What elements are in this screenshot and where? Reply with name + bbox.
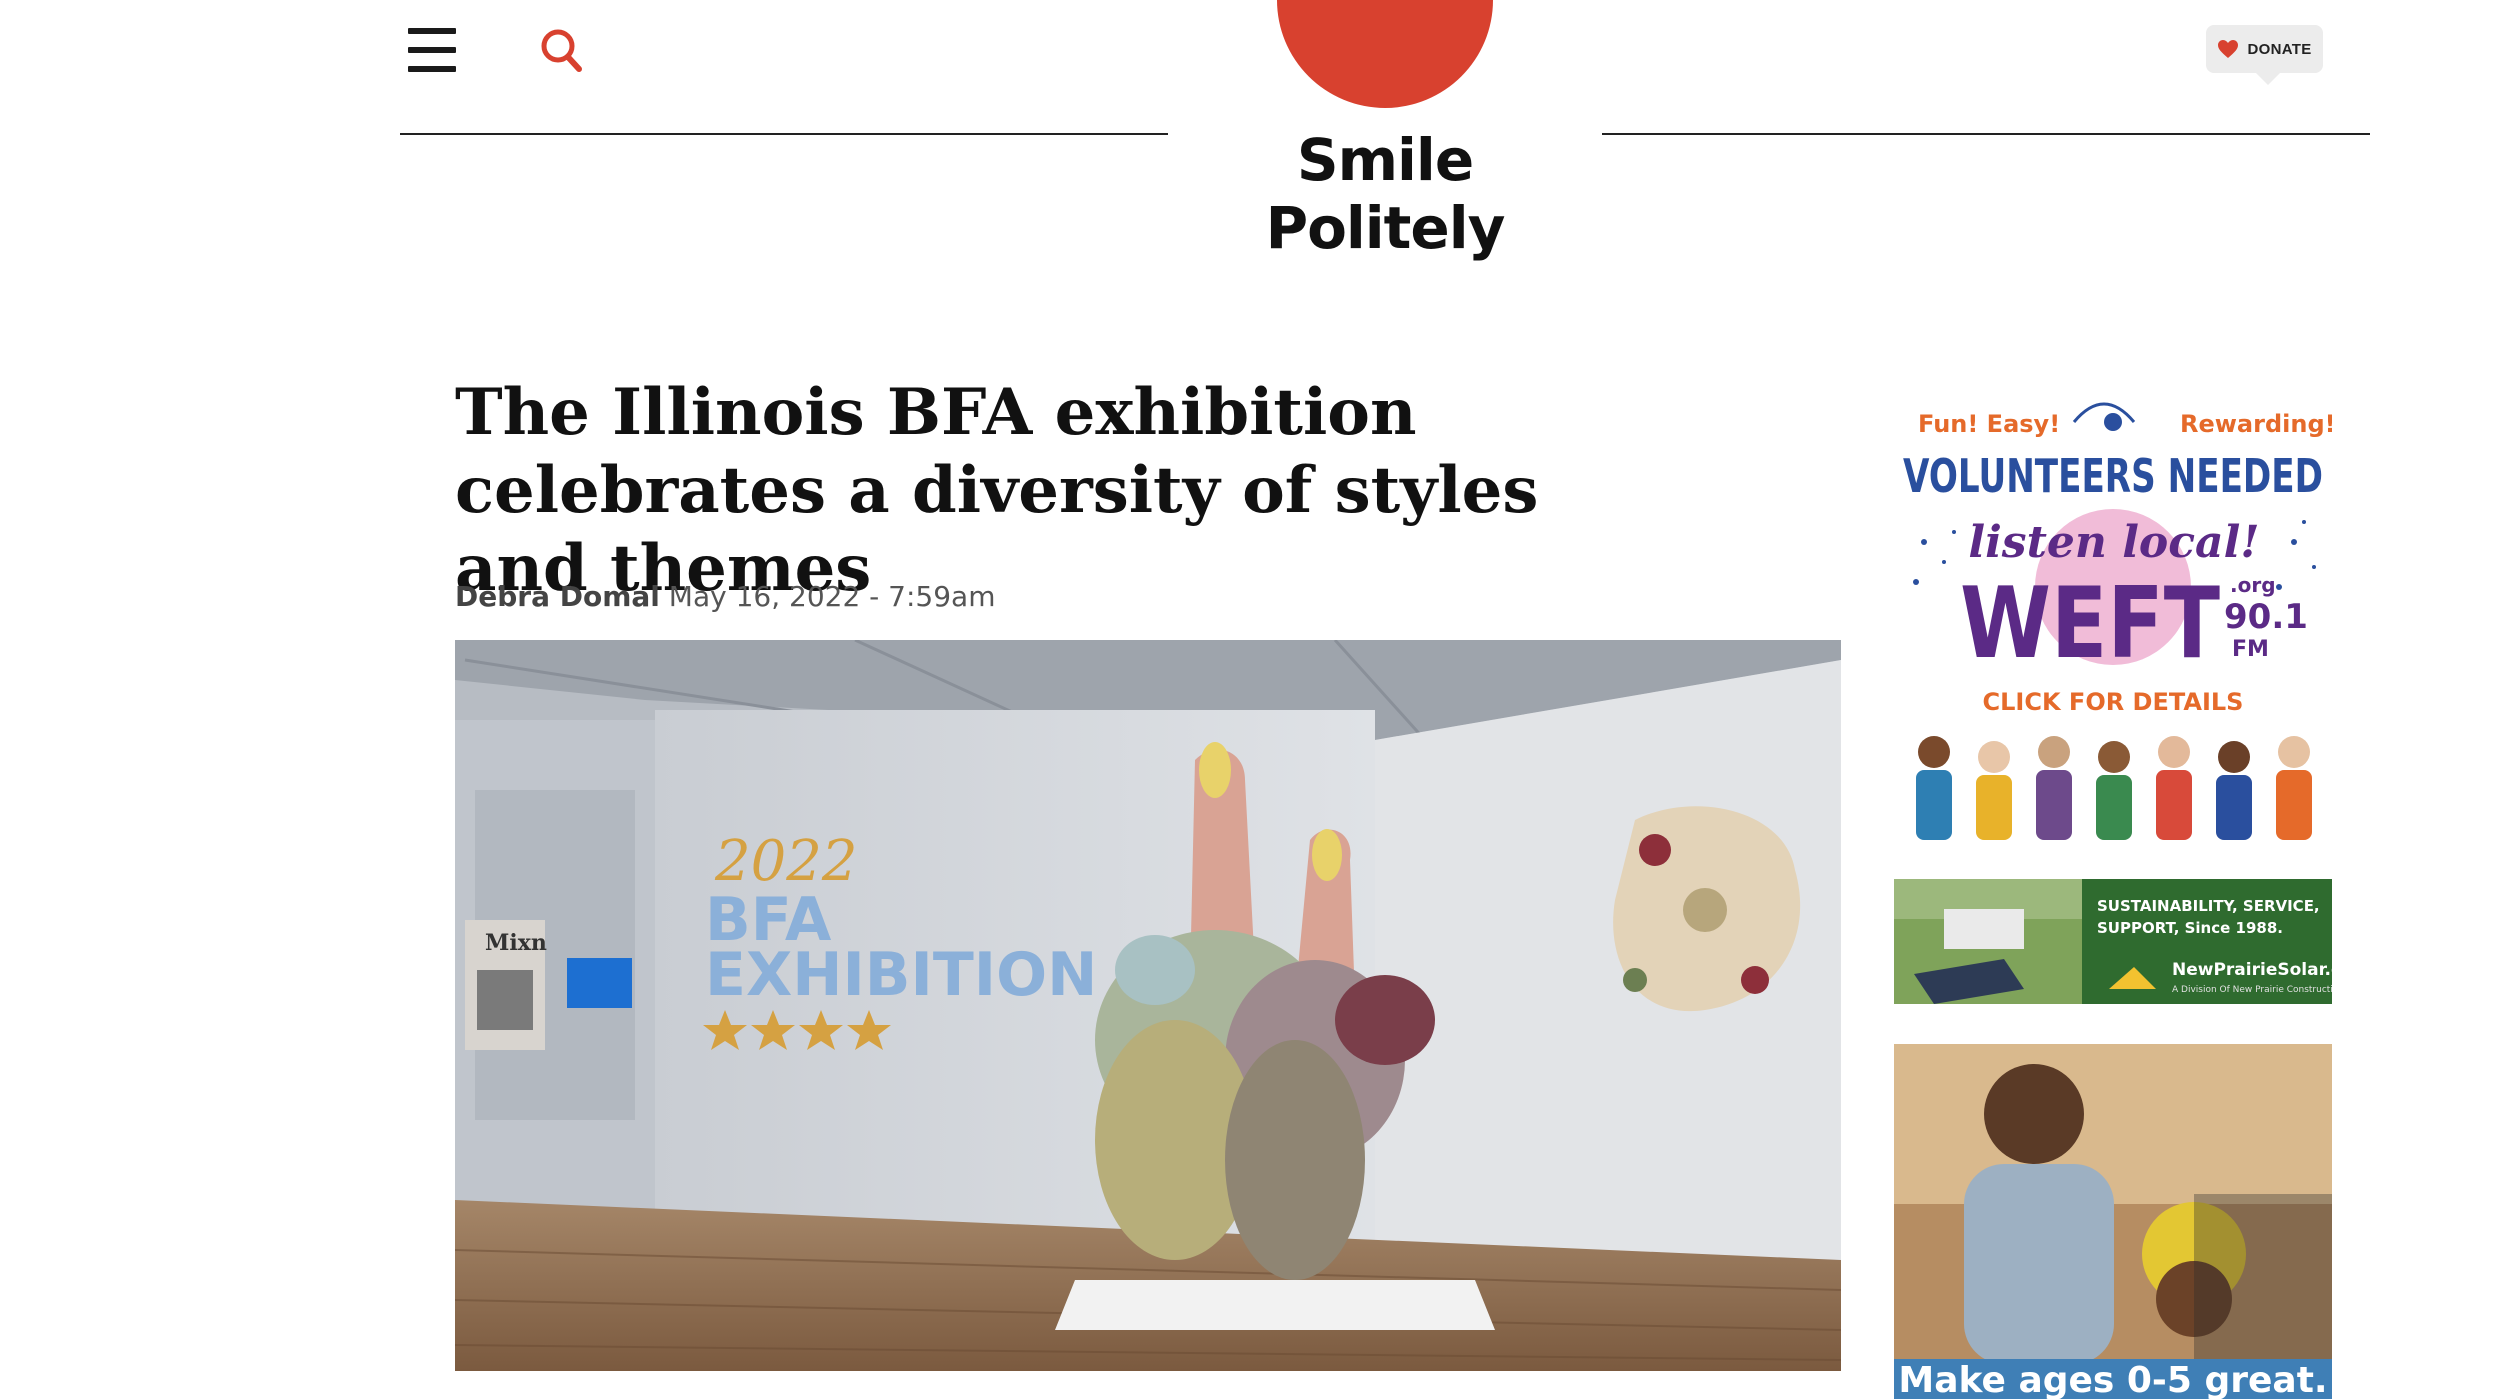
menu-button[interactable] <box>408 26 458 72</box>
weft-station: WEFT <box>1960 567 2220 681</box>
article-byline: Debra Domal May 16, 2022 - 7:59am <box>455 580 995 613</box>
author-link[interactable]: Debra Domal <box>455 580 660 613</box>
ad-early-childhood[interactable]: Make ages 0-5 great. <box>1894 1044 2332 1399</box>
article-hero-image: Mixn 2022 BFA EXHIBITION <box>455 640 1841 1371</box>
weft-freq: 90.1 <box>2224 597 2308 637</box>
search-button[interactable] <box>540 28 584 74</box>
solar-sub: A Division Of New Prairie Construction <box>2172 985 2332 995</box>
weft-script: listen local! <box>1968 517 2259 568</box>
weft-cta: CLICK FOR DETAILS <box>1983 688 2244 716</box>
solar-line2: SUPPORT, Since 1988. <box>2097 919 2283 937</box>
weft-tag-right: Rewarding! <box>2180 410 2332 438</box>
search-icon <box>541 29 582 72</box>
hero-wall-line2: EXHIBITION <box>705 940 1097 1010</box>
donate-label: DONATE <box>2247 40 2312 58</box>
hero-panel-text: Mixn <box>485 930 547 956</box>
publish-date: May 16, 2022 - 7:59am <box>668 580 996 613</box>
ad-weft-volunteers[interactable]: Fun! Easy! Rewarding! VOLUNTEERS NEEDED … <box>1894 392 2332 840</box>
header-divider-left <box>400 133 1168 135</box>
heart-icon <box>2218 40 2239 58</box>
weft-tag-left: Fun! Easy! <box>1918 410 2060 438</box>
weft-org: .org <box>2230 573 2276 597</box>
weft-band: FM <box>2232 637 2269 662</box>
site-logo[interactable] <box>1277 0 1493 108</box>
hamburger-menu-icon <box>408 28 456 34</box>
solar-site: NewPrairieSolar.com <box>2172 960 2332 980</box>
ad-new-prairie-solar[interactable]: SUSTAINABILITY, SERVICE, SUPPORT, Since … <box>1894 879 2332 1004</box>
header-divider-right <box>1602 133 2370 135</box>
donate-button[interactable]: DONATE <box>2206 25 2323 85</box>
solar-line1: SUSTAINABILITY, SERVICE, <box>2097 897 2320 915</box>
article-headline: The Illinois BFA exhibition celebrates a… <box>455 375 1539 606</box>
weft-headline: VOLUNTEERS NEEDED <box>1903 449 2323 503</box>
site-name[interactable]: Smile Politely <box>1168 126 1602 262</box>
kids-caption: Make ages 0-5 great. <box>1898 1360 2327 1399</box>
